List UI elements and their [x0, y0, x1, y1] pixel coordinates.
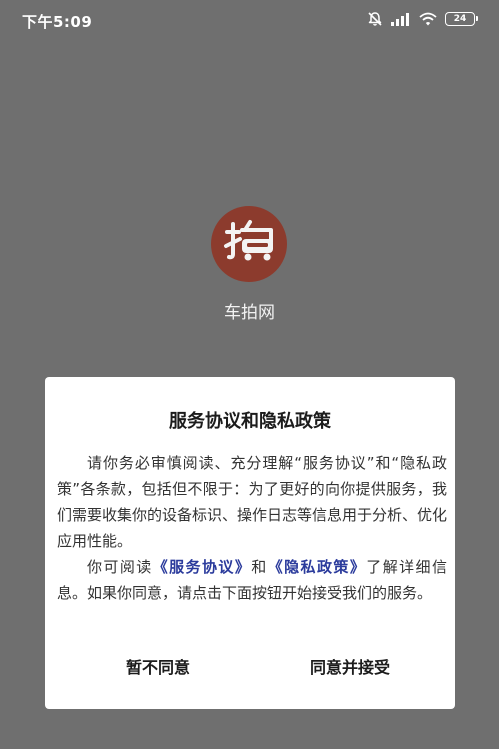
app-logo: [211, 206, 287, 282]
disagree-button[interactable]: 暂不同意: [103, 653, 213, 683]
mute-icon: [367, 11, 383, 27]
agree-button[interactable]: 同意并接受: [285, 653, 415, 683]
privacy-dialog: 服务协议和隐私政策 请你务必审慎阅读、充分理解“服务协议”和“隐私政策”各条款，…: [45, 377, 455, 709]
privacy-policy-link[interactable]: 《隐私政策》: [268, 558, 367, 576]
wifi-icon: [419, 12, 437, 26]
dialog-actions: 暂不同意 同意并接受: [45, 653, 455, 683]
status-icons: 24: [367, 11, 478, 27]
dialog-paragraph-2-and: 和: [251, 558, 268, 576]
status-time: 下午5:09: [22, 13, 93, 31]
app-name: 车拍网: [224, 303, 275, 323]
dialog-paragraph-2-prefix: 你可阅读: [87, 558, 153, 576]
battery-icon: 24: [445, 12, 478, 26]
screen: 下午5:09 24 车拍网 服务协议和隐私政策 请你务必审慎阅读、充分理解“服务…: [0, 0, 499, 749]
battery-level: 24: [453, 13, 467, 24]
signal-icon: [391, 12, 411, 26]
status-bar: 下午5:09 24: [0, 0, 499, 44]
dialog-paragraph-2: 你可阅读《服务协议》和《隐私政策》了解详细信息。如果你同意，请点击下面按钮开始接…: [57, 554, 447, 606]
dialog-title: 服务协议和隐私政策: [169, 411, 331, 432]
car-logo-icon: [224, 220, 273, 261]
service-agreement-link[interactable]: 《服务协议》: [153, 558, 252, 576]
dialog-body: 请你务必审慎阅读、充分理解“服务协议”和“隐私政策”各条款，包括但不限于：为了更…: [57, 450, 447, 606]
dialog-paragraph-1: 请你务必审慎阅读、充分理解“服务协议”和“隐私政策”各条款，包括但不限于：为了更…: [57, 454, 448, 550]
